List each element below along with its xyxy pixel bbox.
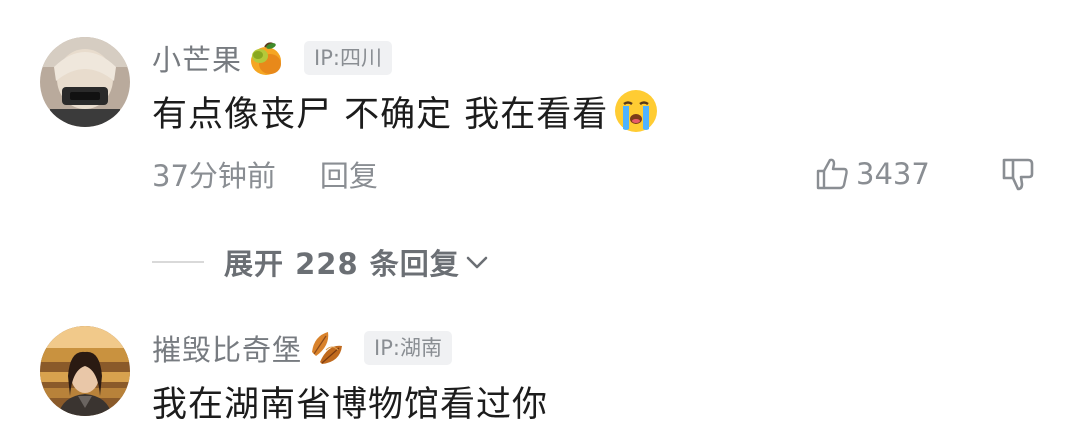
like-button[interactable]: 3437 [814, 154, 930, 194]
ip-location-badge: IP:四川 [304, 41, 392, 75]
comment-item: 摧毁比奇堡 IP:湖南 我在湖南省博物馆看过你 [0, 300, 1080, 442]
avatar[interactable] [40, 326, 130, 416]
avatar[interactable] [40, 37, 130, 127]
comment-meta-row: 37分钟前 回复 [152, 154, 378, 194]
comment-item: 小芒果 IP:四川 有点像丧尸 不确定 我在看看 37分钟前 回复 3437 [0, 0, 1080, 230]
expand-replies-button[interactable]: 展开 228 条回复 [152, 242, 490, 282]
username[interactable]: 小芒果 [152, 37, 242, 79]
divider-line [152, 261, 204, 263]
comment-text-row: 有点像丧尸 不确定 我在看看 [152, 86, 660, 136]
thumbs-down-icon[interactable] [998, 154, 1038, 194]
avatar-image [40, 37, 130, 127]
user-info-row: 摧毁比奇堡 IP:湖南 [152, 328, 452, 368]
thumbs-up-icon [816, 158, 848, 190]
comment-time: 37分钟前 [152, 159, 276, 193]
autumn-leaves-emoji-icon [312, 332, 343, 364]
comment-text-row: 我在湖南省博物馆看过你 [152, 376, 548, 426]
loudly-crying-face-icon [615, 90, 658, 132]
avatar-image [40, 326, 130, 416]
chevron-down-icon [466, 256, 488, 269]
reply-button[interactable]: 回复 [320, 153, 378, 195]
user-info-row: 小芒果 IP:四川 [152, 38, 392, 78]
ip-location-badge: IP:湖南 [364, 331, 452, 365]
like-count: 3437 [856, 157, 930, 191]
expand-replies-label: 展开 228 条回复 [224, 247, 460, 281]
comment-text: 我在湖南省博物馆看过你 [152, 384, 549, 425]
username[interactable]: 摧毁比奇堡 [152, 327, 302, 369]
comment-text: 有点像丧尸 不确定 我在看看 [152, 94, 609, 135]
mango-emoji-icon [251, 42, 282, 75]
